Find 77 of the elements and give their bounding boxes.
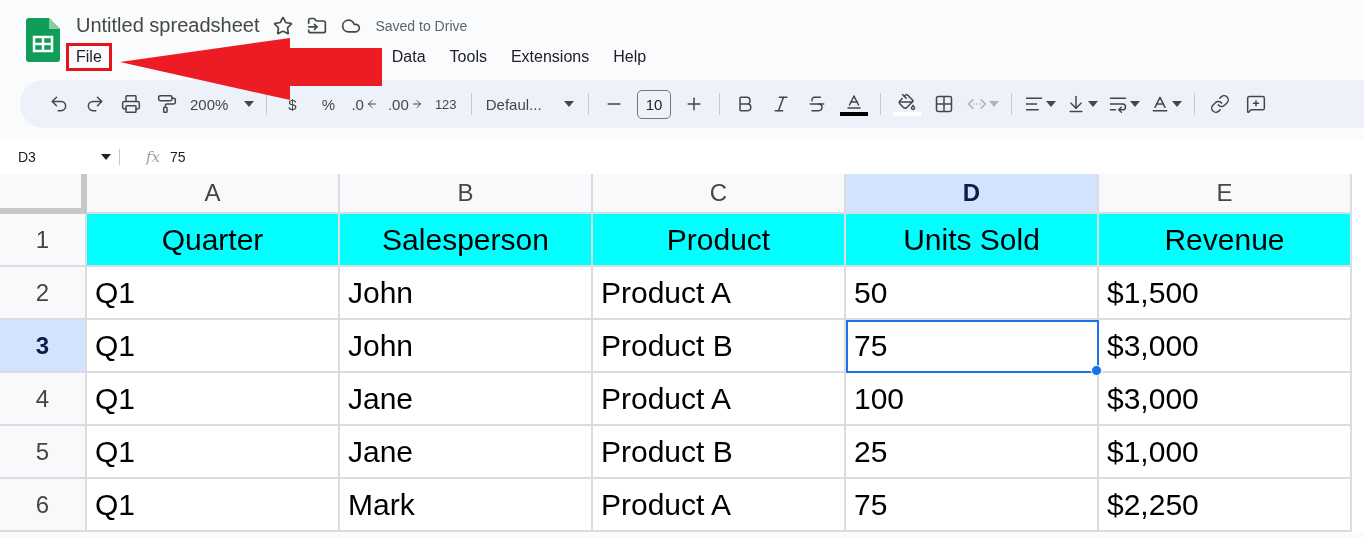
menu-item[interactable]: Help <box>603 43 657 71</box>
star-icon[interactable] <box>273 15 294 36</box>
document-title[interactable]: Untitled spreadsheet <box>76 14 260 37</box>
table-cell[interactable]: Q1 <box>87 373 340 426</box>
increase-decimal-button[interactable]: .00 <box>383 88 427 120</box>
table-cell[interactable]: Q1 <box>87 479 340 532</box>
table-cell[interactable]: Product <box>593 214 846 267</box>
table-cell[interactable]: Product A <box>593 267 846 320</box>
caret-icon <box>1046 101 1057 107</box>
menu-item[interactable]: Extensions <box>500 43 600 71</box>
column-header[interactable]: A <box>87 174 340 214</box>
name-box[interactable]: D3 <box>0 149 120 165</box>
row-header[interactable]: 1 <box>0 214 87 267</box>
move-folder-icon[interactable] <box>307 15 328 36</box>
table-cell[interactable]: $1,000 <box>1099 426 1352 479</box>
table-cell[interactable]: Revenue <box>1099 214 1352 267</box>
fx-label: fx <box>146 148 160 166</box>
percent-button[interactable]: % <box>311 88 346 120</box>
table-cell[interactable]: $3,000 <box>1099 373 1352 426</box>
more-formats-button[interactable]: 123 <box>428 88 463 120</box>
table-cell[interactable]: $2,250 <box>1099 479 1352 532</box>
table-cell[interactable]: Q1 <box>87 267 340 320</box>
table-cell[interactable]: Jane <box>340 373 593 426</box>
table-cell[interactable]: Quarter <box>87 214 340 267</box>
caret-icon <box>989 101 1000 107</box>
table-cell[interactable]: Units Sold <box>846 214 1099 267</box>
table-cell[interactable]: 75 <box>846 479 1099 532</box>
text-color-icon <box>845 92 864 111</box>
table-cell[interactable]: 25 <box>846 426 1099 479</box>
save-status: Saved to Drive <box>375 17 468 34</box>
row-header[interactable]: 2 <box>0 267 87 320</box>
align-left-icon <box>1024 94 1045 114</box>
column-header[interactable]: D <box>846 174 1099 214</box>
table-cell[interactable]: Q1 <box>87 320 340 373</box>
menu-item[interactable]: Data <box>381 43 436 71</box>
caret-icon <box>563 101 574 107</box>
caret-icon <box>1172 101 1183 107</box>
row-header[interactable]: 6 <box>0 479 87 532</box>
table-cell[interactable]: 75 <box>846 320 1099 373</box>
table-cell[interactable]: Product B <box>593 426 846 479</box>
font-size-field[interactable]: 10 <box>636 89 672 119</box>
row-header[interactable]: 5 <box>0 426 87 479</box>
table-cell[interactable]: $1,500 <box>1099 267 1352 320</box>
caret-icon <box>1088 101 1099 107</box>
column-header[interactable]: E <box>1099 174 1352 214</box>
table-cell[interactable]: John <box>340 320 593 373</box>
table-cell[interactable]: 100 <box>846 373 1099 426</box>
row-header[interactable]: 4 <box>0 373 87 426</box>
table-cell[interactable]: 50 <box>846 267 1099 320</box>
zoom-dropdown[interactable]: 200% <box>186 88 259 120</box>
fill-color-swatch <box>893 111 922 116</box>
arrow-right-icon <box>410 98 423 110</box>
decrease-decimal-button[interactable]: .0 <box>347 88 382 120</box>
table-cell[interactable]: $3,000 <box>1099 320 1352 373</box>
sheets-logo-icon[interactable] <box>26 18 60 62</box>
table-cell[interactable]: Mark <box>340 479 593 532</box>
arrow-left-icon <box>365 98 378 110</box>
menu-item[interactable]: Tools <box>439 43 497 71</box>
table-cell[interactable]: Q1 <box>87 426 340 479</box>
table-cell[interactable]: Product B <box>593 320 846 373</box>
caret-icon <box>1130 101 1141 107</box>
caret-icon <box>101 154 111 160</box>
font-dropdown[interactable]: Defaul... <box>479 88 580 120</box>
paint-bucket-icon <box>898 92 917 111</box>
table-cell[interactable]: Jane <box>340 426 593 479</box>
table-cell[interactable]: John <box>340 267 593 320</box>
table-cell[interactable]: Salesperson <box>340 214 593 267</box>
column-header[interactable]: C <box>593 174 846 214</box>
formula-field[interactable]: 75 <box>170 149 186 165</box>
menu-item[interactable]: File <box>66 43 112 71</box>
wrap-text-icon <box>1108 94 1129 114</box>
table-cell[interactable]: Product A <box>593 479 846 532</box>
column-header[interactable]: B <box>340 174 593 214</box>
row-header[interactable]: 3 <box>0 320 87 373</box>
table-cell[interactable]: Product A <box>593 373 846 426</box>
text-color-swatch <box>840 111 869 116</box>
currency-button[interactable]: $ <box>275 88 310 120</box>
